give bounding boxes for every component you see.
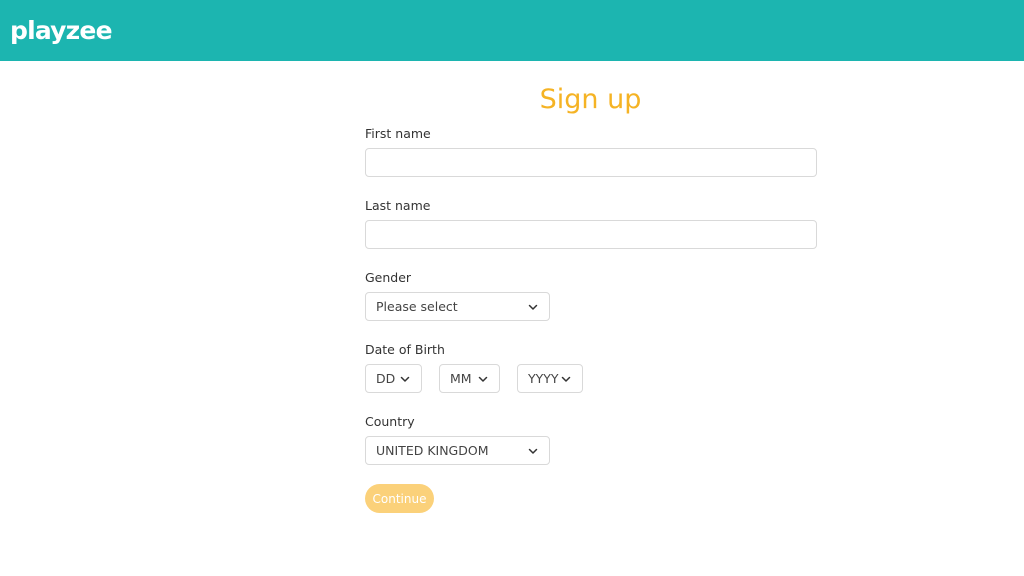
playzee-logo[interactable]: playzee	[10, 18, 113, 43]
continue-button[interactable]: Continue	[365, 484, 434, 513]
chevron-down-icon	[400, 376, 410, 382]
page-title: Sign up	[539, 84, 642, 115]
first-name-label: First name	[365, 126, 431, 141]
country-label: Country	[365, 414, 415, 429]
country-select-value: UNITED KINGDOM	[376, 443, 489, 458]
dob-month-select[interactable]: MM	[439, 364, 500, 393]
top-bar: playzee	[0, 0, 1024, 61]
last-name-label: Last name	[365, 198, 431, 213]
gender-label: Gender	[365, 270, 412, 285]
gender-select-value: Please select	[376, 299, 458, 314]
dob-day-select[interactable]: DD	[365, 364, 422, 393]
chevron-down-icon	[528, 304, 538, 310]
dob-day-value: DD	[376, 371, 396, 386]
chevron-down-icon	[528, 448, 538, 454]
date-of-birth-label: Date of Birth	[365, 342, 445, 357]
first-name-input[interactable]	[365, 148, 817, 177]
dob-year-value: YYYY	[528, 371, 559, 386]
dob-year-select[interactable]: YYYY	[517, 364, 583, 393]
gender-select[interactable]: Please select	[365, 292, 550, 321]
last-name-input[interactable]	[365, 220, 817, 249]
chevron-down-icon	[561, 376, 571, 382]
dob-month-value: MM	[450, 371, 472, 386]
country-select[interactable]: UNITED KINGDOM	[365, 436, 550, 465]
chevron-down-icon	[478, 376, 488, 382]
